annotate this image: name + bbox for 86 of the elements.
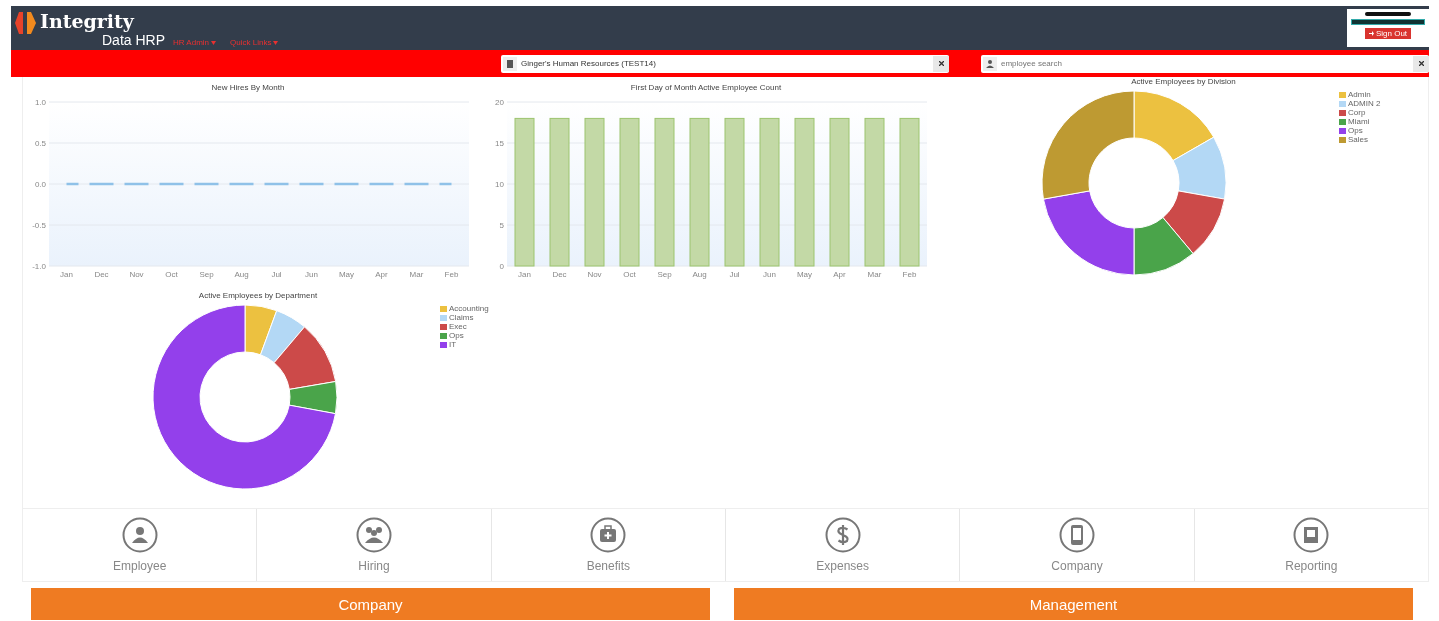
chart-title: New Hires By Month xyxy=(210,83,286,94)
x-tick-label: Dec xyxy=(552,270,567,279)
x-tick-label: Jan xyxy=(60,270,73,279)
select-value: Ginger's Human Resources (TEST14) xyxy=(521,59,657,68)
x-tick-label: Jun xyxy=(305,270,318,279)
x-tick-label: Aug xyxy=(234,270,249,279)
x-tick-label: May xyxy=(338,270,355,279)
y-tick-label: 10 xyxy=(495,180,504,189)
x-tick-label: Sep xyxy=(657,270,672,279)
legend-label: Corp xyxy=(1348,108,1366,117)
x-tick-label: Mar xyxy=(409,270,424,279)
company-select[interactable]: Ginger's Human Resources (TEST14) xyxy=(501,54,949,73)
x-tick-label: Feb xyxy=(444,270,459,279)
y-tick-label: 0.0 xyxy=(34,180,46,189)
sign-out-button[interactable]: Sign Out xyxy=(1364,28,1412,39)
y-tick-label: 20 xyxy=(495,98,504,107)
x-tick-label: Oct xyxy=(623,270,636,279)
x-tick-label: Sep xyxy=(199,270,214,279)
y-tick-label: 0 xyxy=(499,262,504,271)
logo-title: Integrity xyxy=(40,10,136,32)
legend-swatch xyxy=(1339,100,1346,107)
legend-swatch xyxy=(440,305,447,312)
person-icon xyxy=(121,517,158,553)
legend-label: Sales xyxy=(1348,135,1368,144)
group-icon xyxy=(356,517,392,553)
y-tick-label: 1.0 xyxy=(34,98,46,107)
chart-title: First Day of Month Active Employee Count xyxy=(629,83,783,94)
nav-menu-link[interactable]: HR Admin xyxy=(173,38,217,47)
legend-swatch xyxy=(440,332,447,339)
section-button[interactable]: Management xyxy=(734,588,1413,620)
medkit-icon xyxy=(590,517,627,553)
x-tick-label: Jul xyxy=(271,270,282,279)
x-tick-label: May xyxy=(796,270,813,279)
x-tick-label: Oct xyxy=(165,270,178,279)
y-tick-label: 0.5 xyxy=(34,139,46,148)
close-icon xyxy=(938,61,944,66)
legend-swatch xyxy=(1339,109,1346,116)
x-tick-label: Jul xyxy=(729,270,740,279)
x-tick-label: Mar xyxy=(867,270,882,279)
clear-button[interactable] xyxy=(933,55,949,72)
x-tick-label: Apr xyxy=(833,270,846,279)
logo-icon xyxy=(13,10,39,36)
legend-swatch xyxy=(1339,91,1346,98)
y-tick-label: 15 xyxy=(495,139,504,148)
x-tick-label: Jun xyxy=(763,270,776,279)
x-tick-label: Apr xyxy=(375,270,388,279)
legend-label: IT xyxy=(449,340,457,349)
x-tick-label: Aug xyxy=(692,270,707,279)
legend-swatch xyxy=(1339,127,1346,134)
phone-icon xyxy=(1058,517,1095,553)
redacted-block xyxy=(1365,12,1411,16)
caret-icon xyxy=(273,40,279,45)
legend-swatch xyxy=(1339,136,1346,143)
nav-menu-link[interactable]: Quick Links xyxy=(230,38,279,47)
sign-out-icon xyxy=(1368,31,1374,36)
legend-label: Claims xyxy=(449,313,474,322)
legend-swatch xyxy=(440,314,447,321)
dollar-icon xyxy=(824,517,861,553)
donut-slice xyxy=(1162,190,1226,254)
section-button[interactable]: Company xyxy=(31,588,710,620)
legend-swatch xyxy=(440,323,447,330)
x-tick-label: Feb xyxy=(902,270,917,279)
legend-label: Ops xyxy=(1348,126,1363,135)
legend-swatch xyxy=(1339,118,1346,125)
y-tick-label: -1.0 xyxy=(32,262,46,271)
x-tick-label: Nov xyxy=(587,270,602,279)
x-tick-label: Jan xyxy=(518,270,531,279)
legend-label: ADMIN 2 xyxy=(1348,99,1381,108)
x-tick-label: Dec xyxy=(94,270,109,279)
legend-label: Ops xyxy=(449,331,464,340)
legend-label: Admin xyxy=(1348,90,1371,99)
chart-title: Active Employees by Department xyxy=(197,291,319,302)
clear-button[interactable] xyxy=(1413,55,1429,72)
chart-title: Active Employees by Division xyxy=(1130,77,1237,88)
legend-label: Exec xyxy=(449,322,467,331)
legend-label: Accounting xyxy=(449,304,489,313)
employee-search-field[interactable]: employee search xyxy=(981,54,1429,73)
y-tick-label: -0.5 xyxy=(32,221,46,230)
caret-icon xyxy=(211,40,217,45)
y-tick-label: 5 xyxy=(499,221,504,230)
person-icon xyxy=(983,56,997,71)
x-tick-label: Nov xyxy=(129,270,144,279)
legend-label: Miami xyxy=(1348,117,1370,126)
logo-subtitle: Data HRP xyxy=(102,32,166,48)
legend-swatch xyxy=(440,341,447,348)
close-icon xyxy=(1418,61,1424,66)
